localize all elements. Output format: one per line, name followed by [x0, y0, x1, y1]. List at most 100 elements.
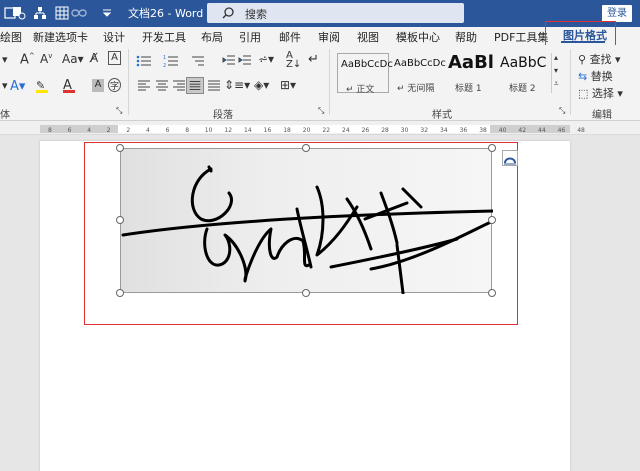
resize-handle-top-right[interactable]	[488, 144, 496, 152]
styles-dialog-launcher-icon[interactable]: ⤡	[559, 106, 565, 116]
ruler-tick-label: 12	[224, 127, 232, 134]
styles-scroll[interactable]: ▴ ▾ ⩡	[551, 53, 562, 93]
align-left-icon[interactable]	[137, 80, 151, 92]
char-shading-icon[interactable]: A	[92, 79, 104, 92]
style-heading-2[interactable]: AaBbC 标题 2	[497, 53, 547, 93]
style-preview: AaBbC	[500, 55, 547, 71]
shrink-font-icon[interactable]: Av	[40, 52, 52, 66]
resize-handle-left[interactable]	[116, 216, 124, 224]
style-name: ↵ 无间隔	[397, 84, 435, 94]
tab-new-tab[interactable]: 新建选项卡	[33, 29, 88, 45]
ruler-tick-label: 20	[303, 127, 311, 134]
group-separator	[128, 49, 129, 115]
sort-icon[interactable]: A Z↓	[286, 51, 301, 70]
ruler-tick-label: 30	[401, 127, 409, 134]
layout-options-button[interactable]	[502, 150, 518, 166]
ruler-track: 8 6 4 2 2 4 6 8 10 12 14 16 18 20 22 24 26 28 30 32 34 36 38 40…	[40, 125, 585, 134]
scroll-down-icon[interactable]: ▾	[554, 66, 558, 75]
clear-format-icon[interactable]: A̸	[90, 51, 98, 65]
replace-button[interactable]: ⇆ 替换	[578, 68, 613, 84]
ruler-tick-label: 44	[538, 127, 546, 134]
grow-font-icon[interactable]: A^	[20, 52, 35, 67]
paragraph-dialog-launcher-icon[interactable]: ⤡	[318, 106, 324, 116]
tab-layout[interactable]: 布局	[201, 29, 223, 45]
signature-image[interactable]	[120, 148, 495, 295]
search-box[interactable]: 搜索	[207, 3, 464, 23]
ruler-tick-label: 16	[264, 127, 272, 134]
ruler-tick-label: 42	[518, 127, 526, 134]
ruler-tick-label: 4	[146, 127, 150, 134]
tab-pdf-tools[interactable]: PDF工具集	[494, 29, 548, 45]
tab-design[interactable]: 设计	[103, 29, 125, 45]
align-right-icon[interactable]	[172, 80, 186, 92]
resize-handle-top[interactable]	[302, 144, 310, 152]
font-color-icon[interactable]: A	[63, 78, 75, 93]
justify-icon[interactable]	[186, 77, 204, 94]
resize-handle-bottom-left[interactable]	[116, 289, 124, 297]
resize-handle-top-left[interactable]	[116, 144, 124, 152]
sync-icon[interactable]	[12, 6, 26, 20]
paragraph-group-label: 段落	[213, 110, 233, 121]
align-center-icon[interactable]	[155, 80, 169, 92]
distributed-icon[interactable]	[207, 80, 221, 92]
styles-more-icon[interactable]: ⩡	[554, 79, 559, 89]
borders-icon[interactable]: ⊞▾	[280, 78, 296, 92]
group-separator	[570, 49, 571, 115]
style-heading-1[interactable]: AaBl 标题 1	[445, 53, 497, 93]
svg-text:1: 1	[163, 55, 166, 61]
horizontal-ruler[interactable]: 8 6 4 2 2 4 6 8 10 12 14 16 18 20 22 24 26 28 30 32 34 36 38 40…	[0, 121, 640, 135]
char-border-icon[interactable]: A	[108, 51, 121, 65]
font-group-label: 体	[0, 110, 10, 121]
find-button[interactable]: ⚲ 查找 ▾	[578, 51, 621, 67]
style-normal[interactable]: AaBbCcDc ↵ 正文	[337, 53, 393, 95]
resize-handle-bottom[interactable]	[302, 289, 310, 297]
multilevel-list-icon[interactable]	[190, 54, 206, 68]
network-icon[interactable]	[33, 6, 47, 20]
svg-text:2: 2	[163, 63, 166, 68]
login-button[interactable]: 登录	[602, 5, 632, 22]
text-effect-icon[interactable]: A▾	[10, 79, 25, 94]
tab-draw[interactable]: 绘图	[0, 29, 22, 45]
tab-review[interactable]: 审阅	[318, 29, 340, 45]
replace-icon: ⇆	[578, 70, 588, 83]
shading-icon[interactable]: ◈▾	[254, 78, 269, 92]
highlight-icon[interactable]: ✎	[36, 79, 48, 93]
style-preview: AaBbCcDc	[394, 58, 446, 69]
increase-indent-icon[interactable]	[238, 54, 252, 68]
tab-mailings[interactable]: 邮件	[279, 29, 301, 45]
scroll-up-icon[interactable]: ▴	[554, 53, 558, 62]
chinese-layout-icon[interactable]: ⩫▾	[258, 52, 274, 66]
ruler-tick-label: 26	[362, 127, 370, 134]
show-marks-icon[interactable]: ↵	[308, 52, 319, 67]
tab-help[interactable]: 帮助	[455, 29, 477, 45]
numbering-icon[interactable]: 12	[163, 54, 179, 68]
tab-references[interactable]: 引用	[239, 29, 261, 45]
change-case-icon[interactable]: Aa▾	[62, 52, 84, 66]
grid-icon[interactable]	[55, 6, 69, 20]
tab-view[interactable]: 视图	[357, 29, 379, 45]
select-button[interactable]: ⬚ 选择 ▾	[578, 85, 623, 101]
bullets-icon[interactable]	[136, 54, 152, 68]
line-spacing-icon[interactable]: ⇕≡▾	[224, 78, 250, 92]
ruler-tick-label: 6	[166, 127, 170, 134]
group-separator	[329, 49, 330, 115]
subscript-icon[interactable]: ▾	[2, 79, 8, 92]
enclose-char-icon[interactable]: 字	[108, 78, 121, 92]
resize-handle-bottom-right[interactable]	[488, 289, 496, 297]
decrease-indent-icon[interactable]	[222, 54, 236, 68]
style-no-spacing[interactable]: AaBbCcDc ↵ 无间隔	[391, 53, 446, 94]
infinity-icon[interactable]	[70, 6, 88, 20]
document-title: 文档26 - Word	[128, 7, 204, 20]
ruler-tick-label: 14	[244, 127, 252, 134]
tab-developer[interactable]: 开发工具	[142, 29, 186, 45]
ruler-tick-label: 4	[87, 127, 91, 134]
font-size-down-icon[interactable]: ▾	[2, 53, 8, 66]
resize-handle-right[interactable]	[488, 216, 496, 224]
customize-qat-icon[interactable]	[100, 6, 114, 20]
ruler-tick-label: 2	[107, 127, 111, 134]
replace-label: 替换	[590, 70, 613, 83]
ruler-tick-label: 8	[48, 127, 52, 134]
font-dialog-launcher-icon[interactable]: ⤡	[116, 106, 122, 116]
ruler-tick-label: 8	[185, 127, 189, 134]
tab-template-center[interactable]: 模板中心	[396, 29, 440, 45]
